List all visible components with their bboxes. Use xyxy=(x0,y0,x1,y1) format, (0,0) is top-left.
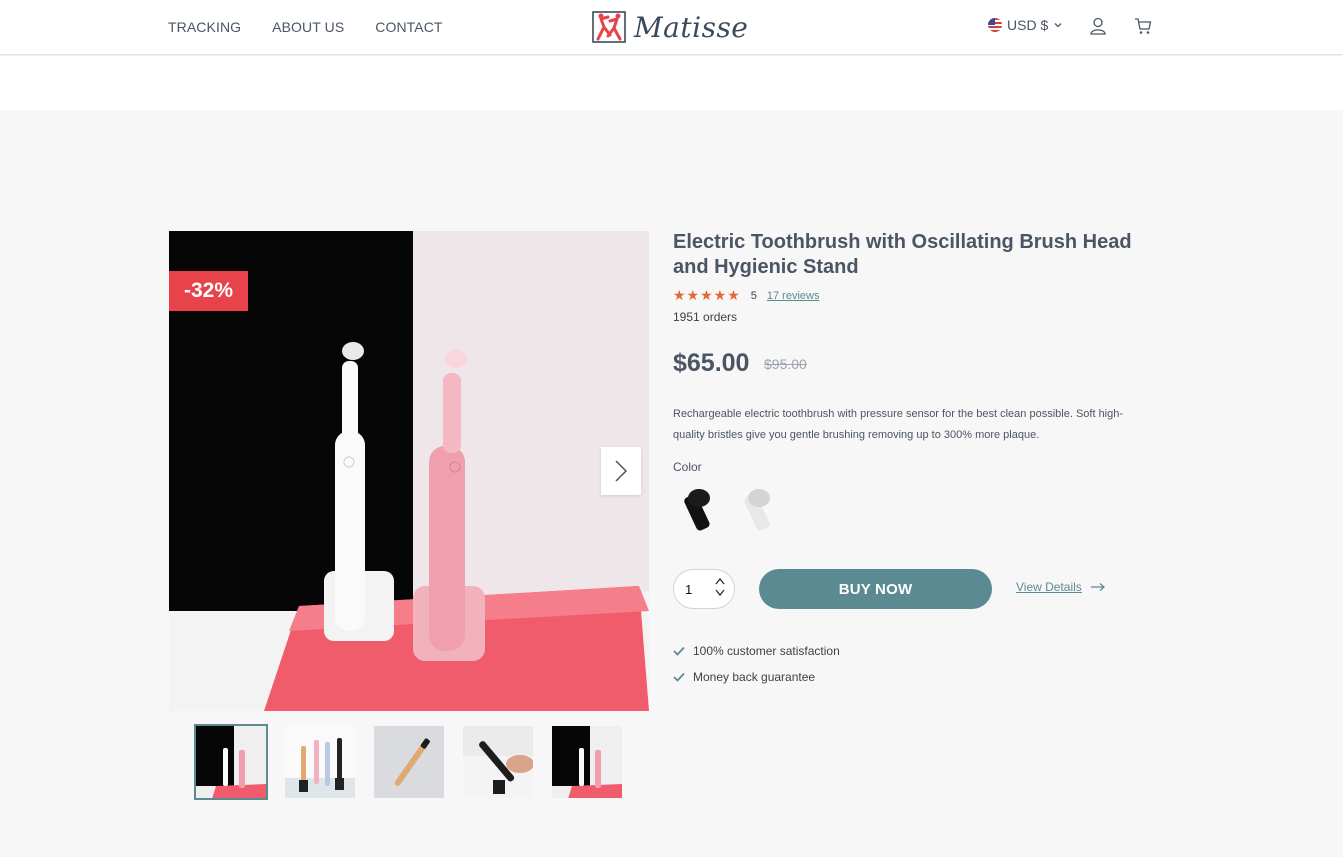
color-label: Color xyxy=(673,460,702,474)
buy-now-button[interactable]: BUY NOW xyxy=(759,569,992,609)
product-rating: ★★★★★ 5 17 reviews xyxy=(673,287,819,304)
orders-count: 1951 orders xyxy=(673,310,738,324)
view-details-link[interactable]: View Details xyxy=(1016,580,1106,594)
white-brush-head-icon[interactable] xyxy=(735,485,777,535)
us-flag-icon xyxy=(988,18,1002,32)
currency-selector[interactable]: USD $ xyxy=(988,17,1063,33)
rating-value: 5 xyxy=(750,289,757,302)
feature-label: 100% customer satisfaction xyxy=(693,644,840,658)
black-brush-head-icon[interactable] xyxy=(675,485,717,535)
discount-badge: -32% xyxy=(169,271,248,311)
sale-price: $65.00 xyxy=(673,349,750,377)
nav-about-us[interactable]: ABOUT US xyxy=(272,19,344,35)
thumbnail-strip xyxy=(194,724,624,800)
announcement-strip xyxy=(0,56,1343,110)
chevron-right-icon xyxy=(615,460,628,482)
arrow-right-icon xyxy=(1090,583,1105,591)
product-description: Rechargeable electric toothbrush with pr… xyxy=(673,408,1124,441)
site-header: TRACKING ABOUT US CONTACT Matisse USD $ xyxy=(0,0,1343,55)
thumbnail-3[interactable] xyxy=(372,724,446,800)
currency-label: USD $ xyxy=(1007,17,1049,33)
feature-item: Money back guarantee xyxy=(673,670,815,684)
chevron-down-icon[interactable] xyxy=(714,588,726,598)
chevron-up-icon[interactable] xyxy=(714,576,726,586)
chevron-down-icon xyxy=(1054,23,1062,28)
checkmark-icon xyxy=(673,672,685,682)
logo-mark-icon xyxy=(592,11,626,43)
feature-label: Money back guarantee xyxy=(693,670,816,684)
quantity-value: 1 xyxy=(685,581,693,597)
cart-icon[interactable] xyxy=(1133,16,1153,36)
main-nav: TRACKING ABOUT US CONTACT xyxy=(168,19,443,35)
next-image-button[interactable] xyxy=(601,447,641,495)
site-logo[interactable]: Matisse xyxy=(590,9,748,45)
account-icon[interactable] xyxy=(1088,16,1108,36)
product-title: Electric Toothbrush with Oscillating Bru… xyxy=(673,231,1132,278)
thumbnail-4[interactable] xyxy=(461,724,535,800)
thumbnail-1[interactable] xyxy=(194,724,268,800)
logo-text: Matisse xyxy=(634,10,749,44)
reviews-link[interactable]: 17 reviews xyxy=(767,290,820,302)
nav-tracking[interactable]: TRACKING xyxy=(168,19,241,35)
thumbnail-2[interactable] xyxy=(283,724,357,800)
thumbnail-5[interactable] xyxy=(550,724,624,800)
quantity-stepper[interactable]: 1 xyxy=(673,569,735,609)
checkmark-icon xyxy=(673,646,685,656)
star-rating-icon: ★★★★★ xyxy=(673,287,741,303)
compare-price: $95.00 xyxy=(764,356,807,372)
feature-item: 100% customer satisfaction xyxy=(673,644,840,658)
view-details-label: View Details xyxy=(1016,580,1082,594)
nav-contact[interactable]: CONTACT xyxy=(375,19,442,35)
